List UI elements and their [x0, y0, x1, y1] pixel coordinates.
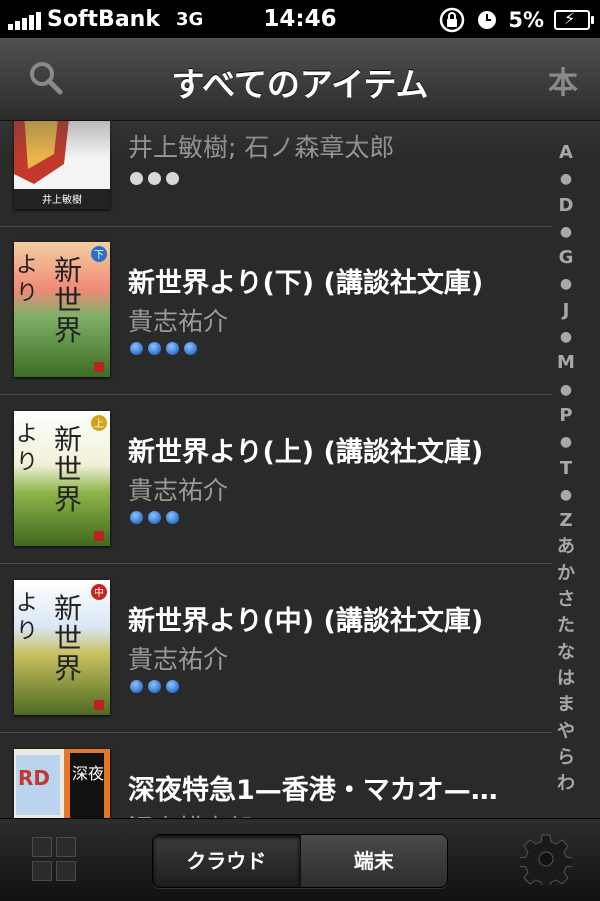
- index-letter[interactable]: ら: [552, 745, 580, 771]
- svg-text:よ: よ: [16, 422, 38, 447]
- svg-text:世: 世: [54, 622, 82, 655]
- index-letter[interactable]: T: [552, 456, 580, 482]
- index-letter[interactable]: か: [552, 561, 580, 587]
- svg-text:界: 界: [54, 652, 82, 685]
- grid-view-icon[interactable]: [32, 837, 76, 881]
- svg-text:世: 世: [54, 453, 82, 486]
- cover-art: RD 深夜: [14, 749, 110, 818]
- download-progress-dots: [130, 172, 179, 185]
- index-letter[interactable]: は: [552, 666, 580, 692]
- index-separator[interactable]: ●: [552, 429, 580, 455]
- svg-text:中: 中: [94, 586, 104, 599]
- device-tab[interactable]: 端末: [299, 835, 447, 887]
- book-title: 新世界より(中) (講談社文庫): [128, 606, 484, 637]
- index-separator[interactable]: ●: [552, 219, 580, 245]
- cover-art: 新 世 界 よ り 上: [14, 411, 110, 546]
- book-title: 深夜特急1—香港・マカオ—…: [128, 775, 498, 806]
- cover-art: 新 世 界 よ り 中: [14, 580, 110, 715]
- index-letter[interactable]: J: [552, 298, 580, 324]
- svg-text:よ: よ: [16, 253, 38, 278]
- svg-text:上: 上: [94, 418, 104, 430]
- index-letter[interactable]: M: [552, 350, 580, 376]
- index-letter[interactable]: や: [552, 719, 580, 745]
- list-top-fade: [0, 120, 600, 158]
- book-title: 新世界より(下) (講談社文庫): [128, 268, 484, 299]
- svg-text:下: 下: [94, 250, 104, 261]
- download-progress-dots: [130, 342, 197, 355]
- book-author: 貴志祐介: [128, 645, 229, 674]
- book-list[interactable]: 井上敏樹 ターフィス 井上敏樹; 石ノ森章太郎 新 世 界 よ: [0, 120, 600, 818]
- svg-text:井上敏樹: 井上敏樹: [42, 193, 82, 206]
- book-title: 新世界より(上) (講談社文庫): [128, 437, 484, 468]
- battery-icon: ⚡: [554, 9, 594, 30]
- svg-text:世: 世: [54, 284, 82, 317]
- gear-icon[interactable]: [520, 833, 572, 885]
- book-cover: RD 深夜: [14, 749, 110, 818]
- index-separator[interactable]: ●: [552, 482, 580, 508]
- download-progress-dots: [130, 680, 179, 693]
- book-cover: 新 世 界 よ り 上: [14, 411, 110, 546]
- book-cover: 新 世 界 よ り 中: [14, 580, 110, 715]
- index-letter[interactable]: A: [552, 140, 580, 166]
- index-letter[interactable]: あ: [552, 534, 580, 560]
- battery-percent: 5%: [508, 8, 544, 32]
- book-author: 貴志祐介: [128, 307, 229, 336]
- svg-text:り: り: [16, 450, 38, 475]
- index-letter[interactable]: G: [552, 245, 580, 271]
- svg-text:新: 新: [54, 423, 82, 456]
- index-letter[interactable]: Z: [552, 508, 580, 534]
- svg-text:よ: よ: [16, 591, 38, 616]
- svg-text:新: 新: [54, 592, 82, 625]
- index-separator[interactable]: ●: [552, 377, 580, 403]
- index-letter[interactable]: な: [552, 640, 580, 666]
- location-segmented-control[interactable]: クラウド 端末: [152, 834, 448, 888]
- book-row[interactable]: RD 深夜 深夜特急1—香港・マカオ—… 沢木耕太郎: [0, 733, 552, 818]
- index-letter[interactable]: D: [552, 193, 580, 219]
- book-row[interactable]: 新 世 界 よ り 上 新世界より(上) (講談社文庫) 貴志祐介: [0, 395, 552, 564]
- books-filter-button[interactable]: 本: [548, 58, 578, 102]
- index-separator[interactable]: ●: [552, 271, 580, 297]
- index-letter[interactable]: わ: [552, 771, 580, 797]
- index-letter[interactable]: さ: [552, 587, 580, 613]
- index-separator[interactable]: ●: [552, 166, 580, 192]
- svg-text:界: 界: [54, 483, 82, 516]
- svg-text:り: り: [16, 619, 38, 644]
- index-letter[interactable]: ま: [552, 692, 580, 718]
- bottom-toolbar: クラウド 端末: [0, 818, 600, 901]
- alarm-icon: [478, 11, 497, 29]
- svg-text:RD: RD: [18, 766, 50, 790]
- section-index[interactable]: A ● D ● G ● J ● M ● P ● T ● Z あかさたなはまやらわ: [552, 140, 580, 797]
- svg-text:新: 新: [54, 254, 82, 287]
- book-cover: 新 世 界 よ り 下: [14, 242, 110, 377]
- book-row[interactable]: 新 世 界 よ り 下 新世界より(下) (講談社文庫) 貴志祐介: [0, 226, 552, 395]
- book-row[interactable]: 新 世 界 よ り 中 新世界より(中) (講談社文庫) 貴志祐介: [0, 564, 552, 733]
- svg-text:深夜: 深夜: [72, 764, 104, 783]
- index-letter[interactable]: P: [552, 403, 580, 429]
- rotation-lock-icon: [440, 7, 465, 33]
- book-author: 貴志祐介: [128, 476, 229, 505]
- book-author: 沢木耕太郎: [128, 809, 253, 818]
- index-separator[interactable]: ●: [552, 324, 580, 350]
- status-bar: SoftBank 3G 14:46 5% ⚡: [0, 0, 600, 38]
- cloud-tab[interactable]: クラウド: [153, 835, 300, 887]
- nav-bar: すべてのアイテム 本: [0, 38, 600, 121]
- svg-text:界: 界: [54, 314, 82, 347]
- svg-text:り: り: [16, 281, 38, 306]
- download-progress-dots: [130, 511, 179, 524]
- status-right: 5% ⚡: [438, 6, 594, 34]
- index-letter[interactable]: た: [552, 613, 580, 639]
- page-title: すべてのアイテム: [171, 65, 429, 104]
- cover-art: 新 世 界 よ り 下: [14, 242, 110, 377]
